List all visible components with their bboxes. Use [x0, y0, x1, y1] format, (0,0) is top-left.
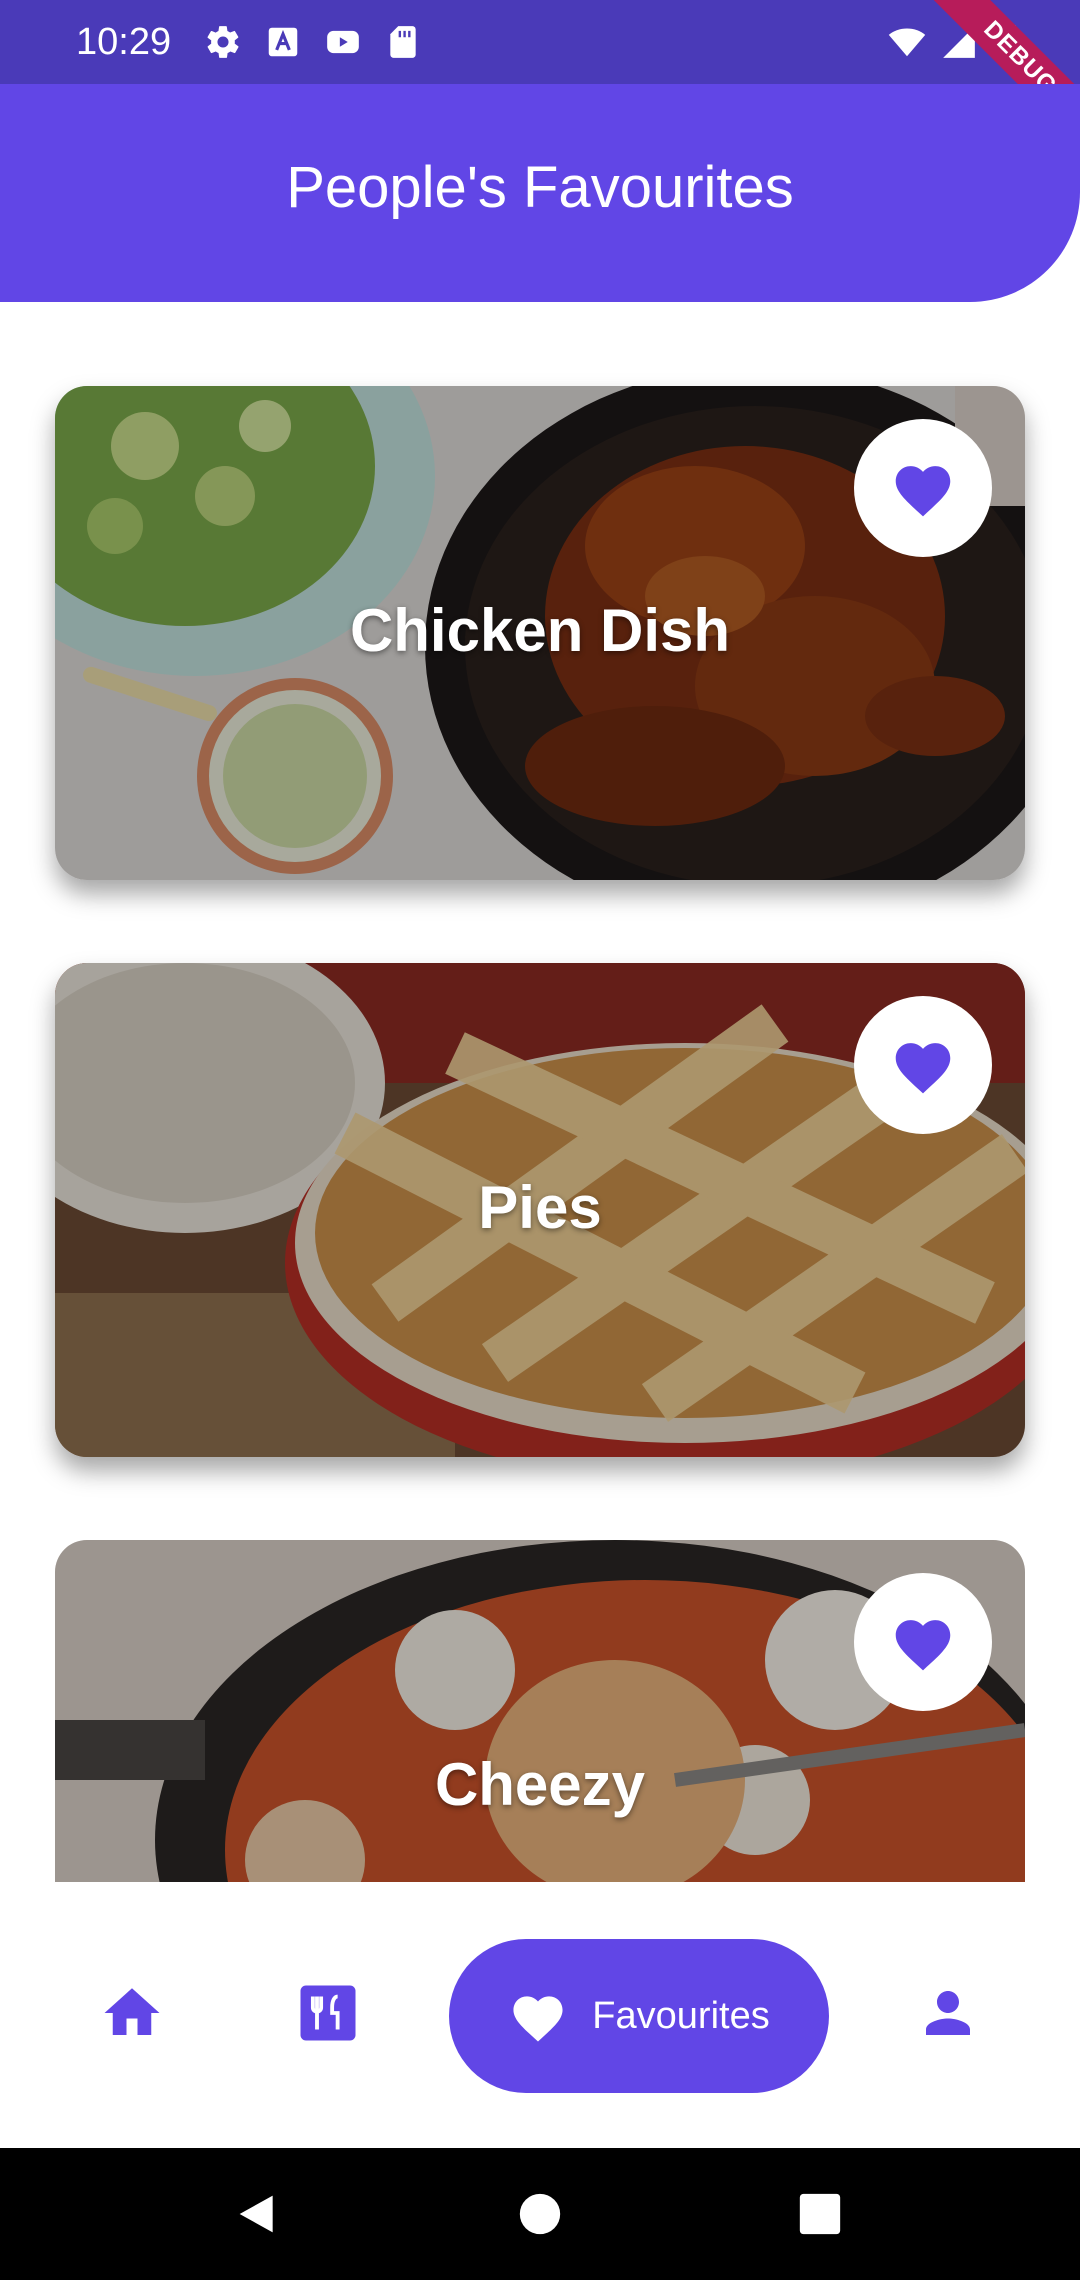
- status-icons-left: [204, 20, 422, 64]
- favourites-list[interactable]: Chicken Dish Pies Cheezy: [0, 302, 1080, 1882]
- status-bar: 10:29 DEBUG: [0, 0, 1080, 165]
- category-card-pies[interactable]: Pies: [55, 963, 1025, 1457]
- card-title: Pies: [478, 1174, 602, 1241]
- app-bar: People's Favourites: [0, 84, 1080, 302]
- status-time: 10:29: [76, 21, 172, 63]
- settings-icon: [207, 26, 239, 58]
- favourite-button[interactable]: [854, 996, 992, 1134]
- restaurant-menu-icon[interactable]: [295, 1980, 361, 2046]
- heart-icon: [895, 1620, 951, 1671]
- card-title: Chicken Dish: [349, 597, 731, 664]
- wifi-icon: [888, 28, 926, 57]
- youtube-icon: [327, 30, 359, 54]
- recents-icon[interactable]: [798, 2192, 842, 2236]
- favourite-button[interactable]: [854, 419, 992, 557]
- home-icon[interactable]: [99, 1980, 165, 2046]
- category-card-cheezy[interactable]: Cheezy: [55, 1540, 1025, 1882]
- sd-card-icon: [390, 26, 416, 58]
- category-card-chicken-dish[interactable]: Chicken Dish: [55, 386, 1025, 880]
- back-icon[interactable]: [236, 2192, 280, 2236]
- card-title: Cheezy: [434, 1751, 646, 1818]
- bottom-navigation: Favourites: [0, 1882, 1080, 2148]
- person-icon[interactable]: [915, 1980, 981, 2046]
- home-circle-icon[interactable]: [518, 2192, 562, 2236]
- heart-icon: [513, 1996, 563, 2042]
- heart-icon: [895, 1043, 951, 1094]
- a-icon: [268, 27, 298, 57]
- heart-icon: [895, 466, 951, 517]
- app-screen: 10:29 DEBUG People's Favourites Chicken …: [0, 0, 1080, 2280]
- favourite-button[interactable]: [854, 1573, 992, 1711]
- nav-item-favourites[interactable]: Favourites: [449, 1939, 829, 2093]
- page-title: People's Favourites: [286, 155, 794, 220]
- nav-item-label: Favourites: [592, 1994, 770, 2037]
- system-navigation-bar: [0, 2148, 1080, 2280]
